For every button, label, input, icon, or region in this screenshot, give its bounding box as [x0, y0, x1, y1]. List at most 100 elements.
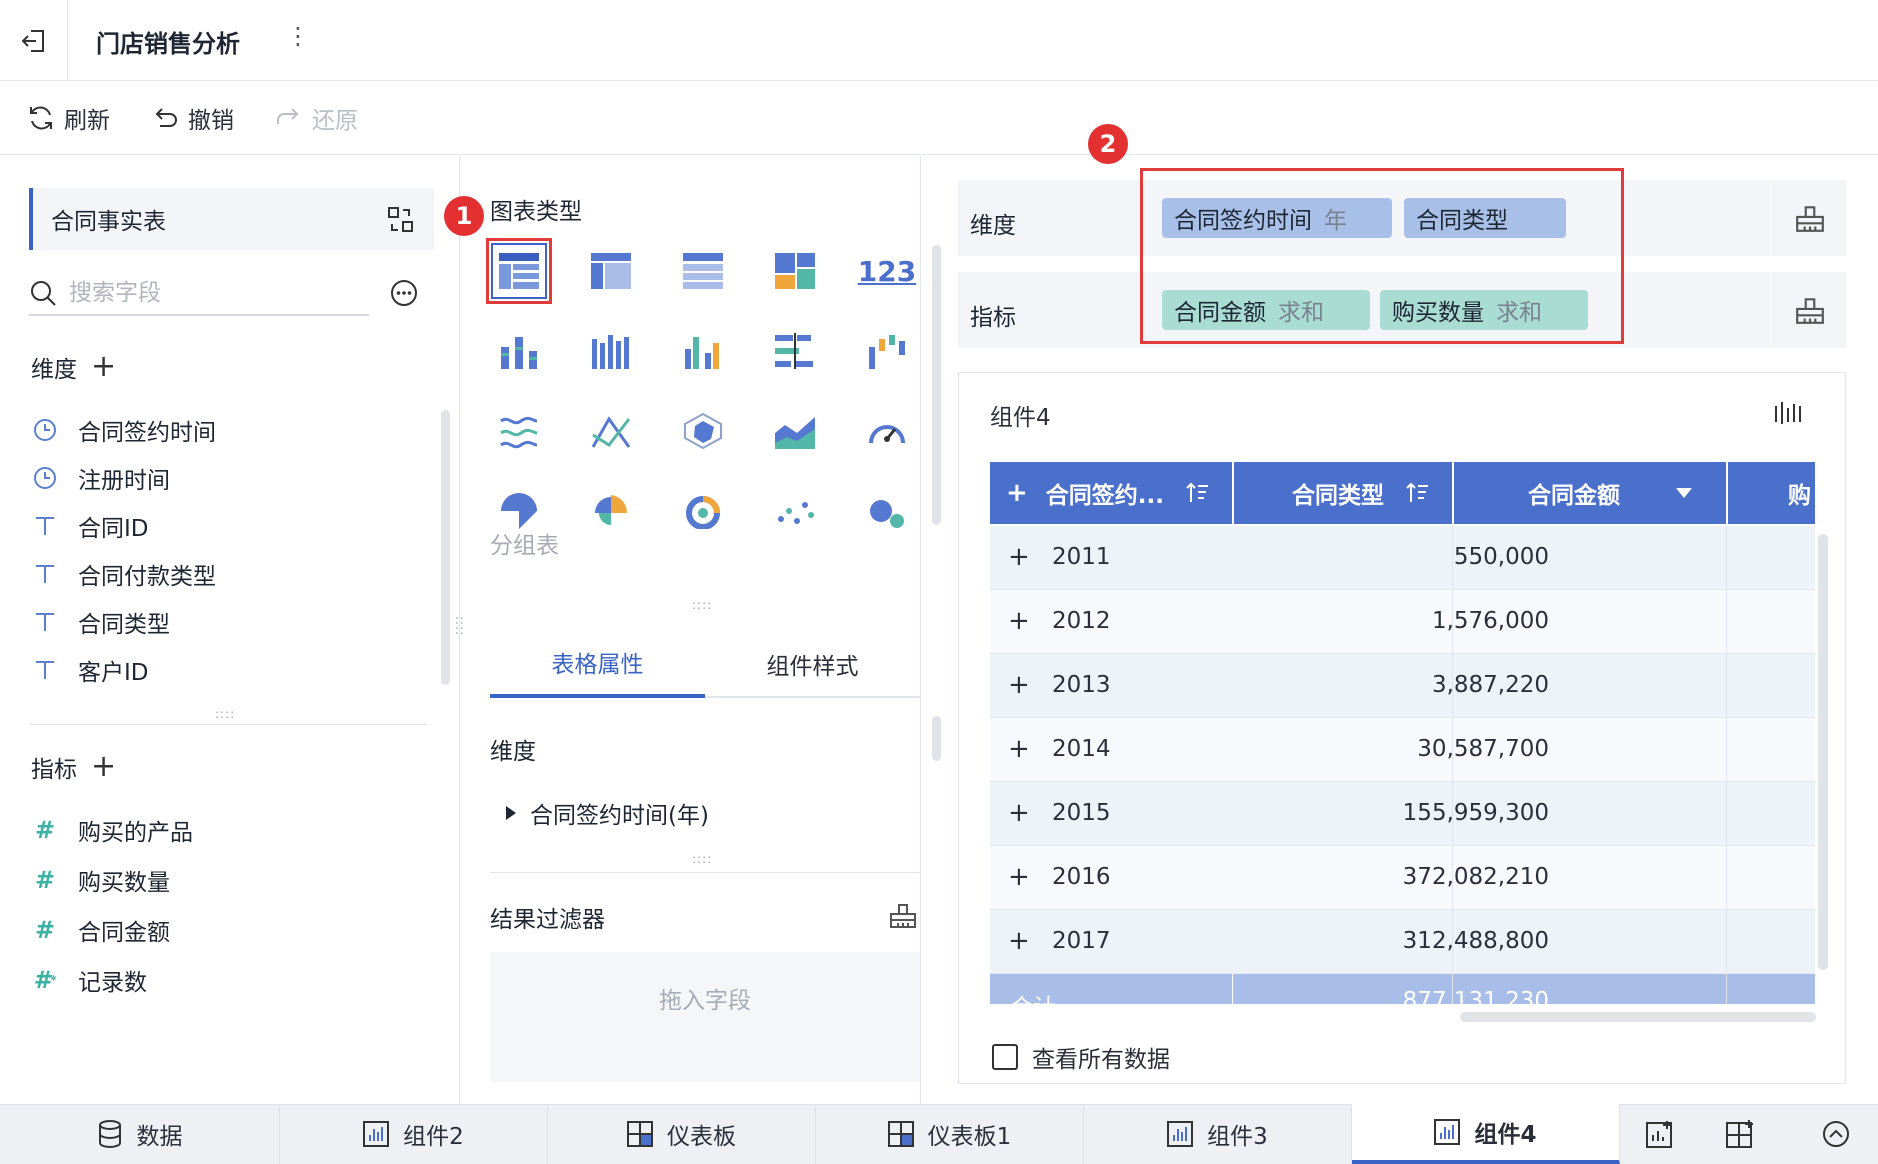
property-tabs: 表格属性 组件样式 [490, 630, 920, 698]
chart-type-scrollbar[interactable] [932, 245, 941, 525]
dimension-clear-brush-icon[interactable] [1794, 202, 1826, 234]
chart-type-line[interactable] [486, 398, 552, 464]
table-row[interactable]: + 2013 3,887,220 [990, 654, 1815, 718]
field-item-payment-type[interactable]: 合同付款类型 [30, 554, 216, 594]
row-expand-icon[interactable]: + [1008, 606, 1030, 636]
chart-type-bar[interactable] [762, 318, 828, 384]
dashboard-icon [887, 1121, 914, 1147]
table-row[interactable]: + 2015 155,959,300 [990, 782, 1815, 846]
chart-type-waterfall[interactable] [854, 318, 920, 384]
tab-component-style[interactable]: 组件样式 [705, 630, 920, 698]
row-expand-icon[interactable]: + [1008, 798, 1030, 828]
chart-type-scatter[interactable] [762, 478, 828, 544]
bottom-tab-dashboard[interactable]: 仪表板 [548, 1104, 816, 1164]
view-all-data-option[interactable]: 查看所有数据 [992, 1040, 1170, 1074]
chart-type-cross-table[interactable] [578, 238, 644, 304]
field-item-customer-id[interactable]: 客户ID [30, 650, 149, 690]
more-options-icon[interactable] [389, 278, 419, 308]
chart-type-group-table[interactable] [486, 238, 552, 304]
column-header-quantity[interactable]: 购 [1728, 462, 1815, 524]
table-row[interactable]: + 2012 1,576,000 [990, 590, 1815, 654]
add-dashboard-button[interactable] [1700, 1104, 1780, 1164]
chart-type-column[interactable] [578, 318, 644, 384]
field-item-quantity[interactable]: # 购买数量 [30, 860, 170, 900]
property-scrollbar[interactable] [932, 716, 941, 761]
chart-type-bubble[interactable] [854, 478, 920, 544]
switch-table-icon[interactable] [386, 205, 416, 235]
table-row[interactable]: + 2016 372,082,210 [990, 846, 1815, 910]
radar-chart-icon [684, 413, 722, 449]
collapse-panel-button[interactable] [1796, 1104, 1876, 1164]
chart-type-radar[interactable] [670, 398, 736, 464]
sort-icon[interactable] [1406, 482, 1430, 504]
field-item-products[interactable]: # 购买的产品 [30, 810, 193, 850]
table-vertical-scrollbar[interactable] [1818, 534, 1828, 970]
field-item-contract-type[interactable]: 合同类型 [30, 602, 170, 642]
dropdown-arrow-icon[interactable] [1676, 488, 1692, 498]
group-table-icon [499, 253, 539, 289]
expand-all-icon[interactable]: + [1006, 478, 1028, 508]
search-input[interactable] [69, 280, 349, 306]
total-label: 合计 [1010, 988, 1056, 1004]
tab-table-properties[interactable]: 表格属性 [490, 630, 705, 698]
splitter-handle-icon[interactable]: :::: [692, 852, 712, 866]
redo-button[interactable]: 还原 [274, 100, 358, 136]
chart-type-gauge[interactable] [854, 398, 920, 464]
filter-drop-zone[interactable]: 拖入字段 [490, 952, 920, 1082]
row-expand-icon[interactable]: + [1008, 926, 1030, 956]
table-horizontal-scrollbar[interactable] [1460, 1012, 1816, 1022]
treemap-icon [775, 253, 815, 289]
field-item-contract-id[interactable]: 合同ID [30, 506, 149, 546]
chart-type-stacked-bar[interactable] [486, 318, 552, 384]
resize-handle-icon[interactable]: :::: [215, 707, 235, 721]
splitter-handle-icon[interactable]: :::: [692, 598, 712, 612]
row-expand-icon[interactable]: + [1008, 670, 1030, 700]
column-header-sign-time[interactable]: + 合同签约... [1006, 462, 1236, 524]
chart-type-donut[interactable] [670, 478, 736, 544]
bottom-tab-label: 仪表板1 [927, 1124, 1012, 1150]
add-component-button[interactable] [1620, 1104, 1700, 1164]
row-expand-icon[interactable]: + [1008, 862, 1030, 892]
chart-type-combo-line[interactable] [578, 398, 644, 464]
more-menu-icon[interactable]: ⋮ [286, 22, 310, 50]
sort-icon[interactable] [1186, 482, 1210, 504]
area-chart-icon [775, 417, 815, 449]
bottom-tab-dashboard1[interactable]: 仪表板1 [816, 1104, 1084, 1164]
filter-brush-icon[interactable] [888, 900, 918, 930]
table-row[interactable]: + 2017 312,488,800 [990, 910, 1815, 974]
row-expand-icon[interactable]: + [1008, 734, 1030, 764]
chart-type-kpi[interactable]: 123 [854, 238, 920, 304]
chart-type-area[interactable] [762, 398, 828, 464]
table-row[interactable]: + 2014 30,587,700 [990, 718, 1815, 782]
bottom-tab-component3[interactable]: 组件3 [1084, 1104, 1352, 1164]
add-measure-icon[interactable]: + [91, 752, 116, 782]
add-dimension-icon[interactable]: + [91, 352, 116, 382]
column-header-contract-type[interactable]: 合同类型 [1234, 462, 1452, 524]
field-item-register-time[interactable]: 注册时间 [30, 458, 170, 498]
field-item-amount[interactable]: # 合同金额 [30, 910, 170, 950]
measure-clear-brush-icon[interactable] [1794, 294, 1826, 326]
chart-type-treemap[interactable] [762, 238, 828, 304]
refresh-button[interactable]: 刷新 [26, 100, 110, 136]
chart-type-grouped-column[interactable] [670, 318, 736, 384]
table-row[interactable]: + 2011 550,000 [990, 526, 1815, 590]
bottom-tab-component2[interactable]: 组件2 [280, 1104, 548, 1164]
exit-button[interactable] [0, 0, 68, 81]
view-all-checkbox[interactable] [992, 1044, 1018, 1070]
dimension-tree-item[interactable]: 合同签约时间(年) [506, 796, 709, 830]
expand-arrow-icon[interactable] [506, 806, 516, 820]
field-list-scrollbar[interactable] [441, 410, 450, 685]
table-selector[interactable]: 合同事实表 [29, 188, 434, 250]
chart-type-rose[interactable] [578, 478, 644, 544]
bottom-tab-component4[interactable]: 组件4 [1352, 1104, 1620, 1164]
row-expand-icon[interactable]: + [1008, 542, 1030, 572]
undo-button[interactable]: 撤销 [150, 100, 234, 136]
field-item-sign-time[interactable]: 合同签约时间 [30, 410, 216, 450]
bottom-tab-data[interactable]: 数据 [0, 1104, 280, 1164]
chart-type-detail-table[interactable] [670, 238, 736, 304]
field-item-record-count[interactable]: # * 记录数 [30, 960, 148, 1000]
column-header-amount[interactable]: 合同金额 [1454, 462, 1726, 524]
line-chart-icon [500, 416, 538, 449]
chart-settings-icon[interactable] [1774, 402, 1804, 424]
total-amount: 877,131,230 [1402, 988, 1549, 1004]
